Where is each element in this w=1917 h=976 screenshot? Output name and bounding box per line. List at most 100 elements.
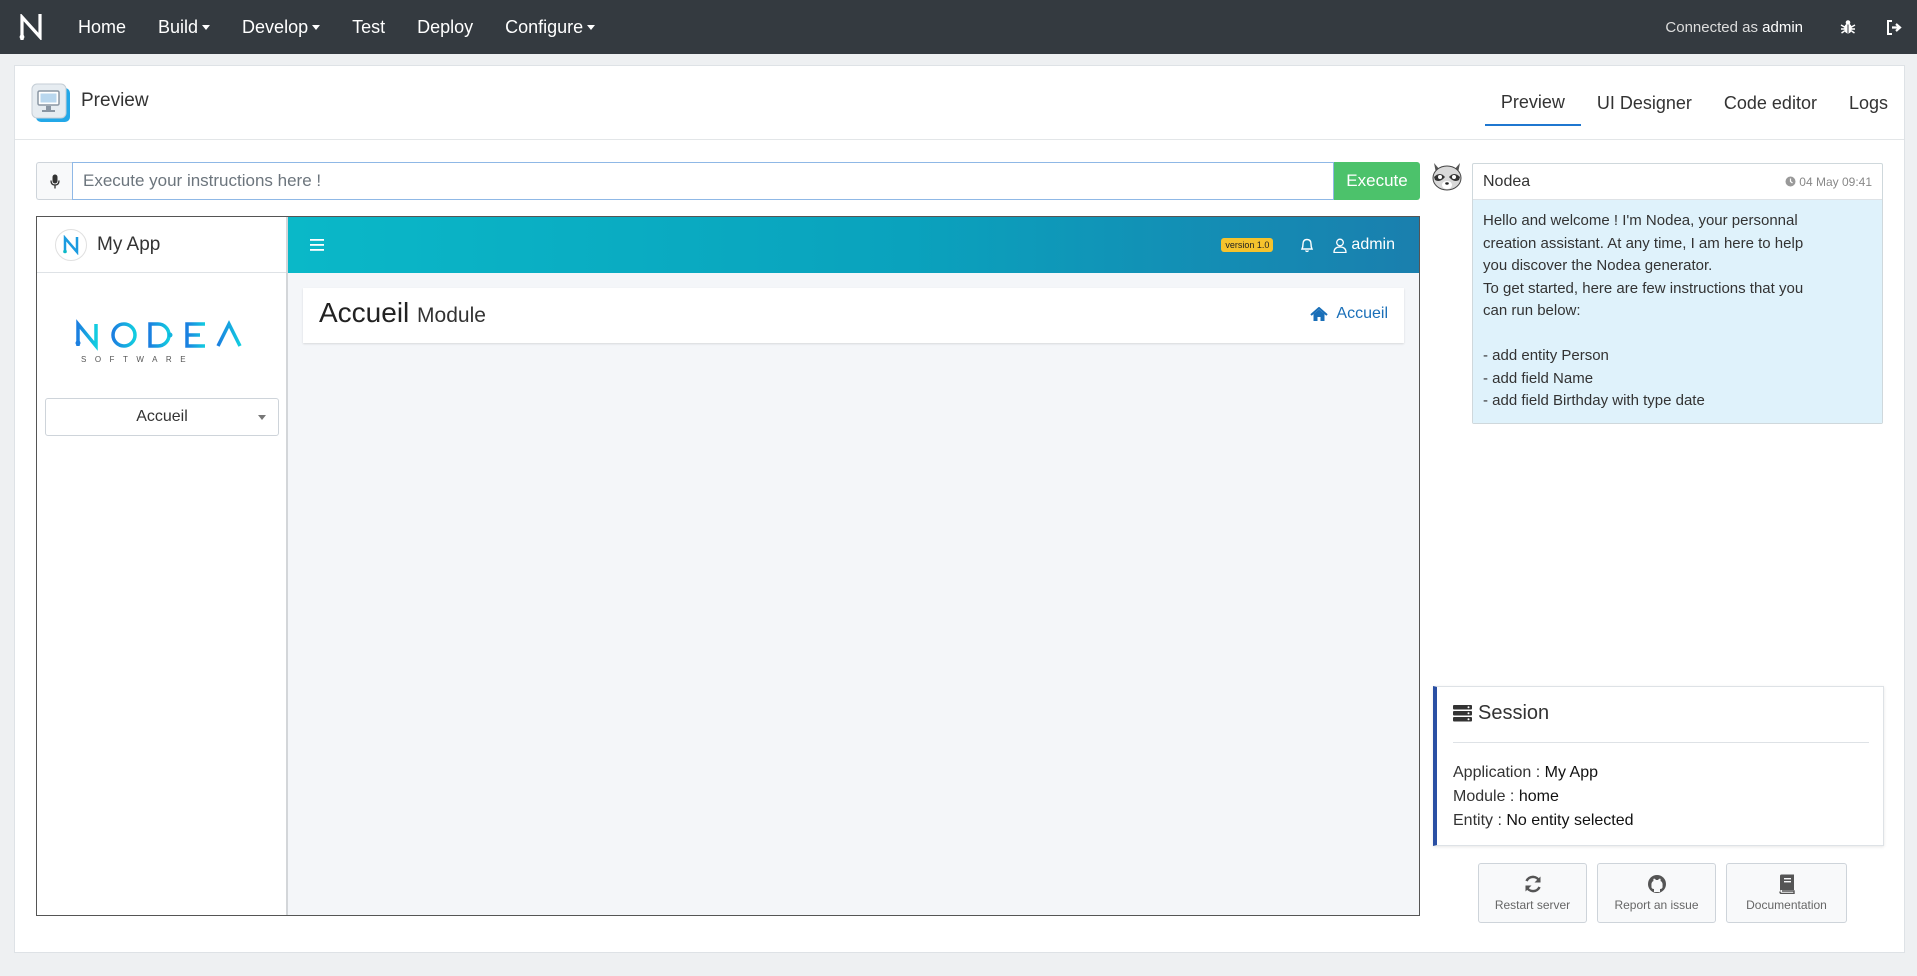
connected-as-text: Connected as admin — [1665, 19, 1803, 36]
nav-build[interactable]: Build — [142, 0, 226, 54]
view-tabs: Preview UI Designer Code editor Logs — [1484, 80, 1904, 128]
content-header: Accueil Module Accueil — [303, 288, 1404, 343]
message-line: - add field Name — [1483, 369, 1594, 387]
message-line: can run below: — [1483, 302, 1581, 319]
app-brand[interactable]: My App — [37, 217, 286, 273]
microphone-button[interactable] — [36, 162, 72, 200]
session-module-value: home — [1518, 788, 1559, 805]
nav-home-label: Home — [78, 16, 127, 37]
session-application: Application : My App — [1453, 761, 1634, 785]
caret-down-icon — [202, 24, 211, 30]
message-line: Hello and welcome ! I'm Nodea, your pers… — [1483, 212, 1798, 229]
divider — [1453, 742, 1869, 743]
tab-ui-designer[interactable]: UI Designer — [1581, 80, 1708, 126]
session-module-label: Module : — [1453, 788, 1515, 805]
restart-server-label: Restart server — [1494, 898, 1571, 912]
refresh-icon — [1524, 875, 1541, 893]
logo-software-text: SOFTWARE — [81, 355, 194, 364]
app-preview-frame: My App SOFTWARE Accueil version 1.0 admi… — [36, 216, 1420, 916]
instruction-input[interactable] — [72, 162, 1334, 200]
tab-logs[interactable]: Logs — [1833, 80, 1904, 126]
message-line: you discover the Nodea generator. — [1483, 257, 1713, 274]
hamburger-menu-icon[interactable] — [288, 217, 346, 273]
app-name: My App — [97, 233, 161, 255]
nav-deploy[interactable]: Deploy — [401, 0, 489, 54]
microphone-icon — [49, 174, 60, 188]
card-header: Preview Preview UI Designer Code editor … — [15, 66, 1904, 140]
session-card: Session Application : My App Module : ho… — [1433, 686, 1884, 846]
message-line: To get started, here are few instruction… — [1483, 279, 1804, 297]
nodea-software-logo: SOFTWARE — [66, 312, 256, 368]
user-menu[interactable]: admin — [1333, 236, 1395, 254]
report-issue-button[interactable]: Report an issue — [1597, 863, 1716, 923]
app-sidebar: My App SOFTWARE Accueil — [37, 217, 288, 915]
logout-icon[interactable] — [1871, 0, 1917, 54]
version-badge: version 1.0 — [1221, 238, 1274, 252]
caret-down-icon — [587, 24, 596, 30]
tab-code-editor-label: Code editor — [1723, 92, 1817, 113]
instruction-bar: Execute — [36, 162, 1420, 200]
chevron-down-icon — [258, 415, 266, 420]
preview-monitor-icon — [31, 83, 71, 123]
github-icon — [1647, 875, 1666, 893]
module-title-main: Accueil — [319, 297, 410, 328]
tab-logs-label: Logs — [1848, 92, 1888, 113]
tab-preview-label: Preview — [1500, 91, 1565, 112]
nav-test[interactable]: Test — [336, 0, 401, 54]
tab-ui-designer-label: UI Designer — [1596, 92, 1692, 113]
assistant-message: Nodea 04 May 09:41 Hello and welcome ! I… — [1472, 163, 1883, 424]
session-application-label: Application : — [1453, 764, 1541, 781]
session-application-value: My App — [1544, 764, 1598, 781]
module-select[interactable]: Accueil — [45, 398, 279, 436]
session-entity-label: Entity : — [1453, 812, 1502, 829]
home-icon — [1310, 306, 1329, 321]
tab-preview[interactable]: Preview — [1484, 80, 1581, 126]
nav-deploy-label: Deploy — [417, 16, 474, 37]
module-select-value: Accueil — [136, 408, 188, 425]
connected-prefix: Connected as — [1665, 18, 1758, 36]
book-icon — [1778, 874, 1795, 894]
page-title: Preview — [81, 90, 149, 111]
app-topbar-right: version 1.0 admin — [1221, 217, 1419, 273]
session-title-text: Session — [1478, 702, 1550, 724]
documentation-button[interactable]: Documentation — [1726, 863, 1847, 923]
user-name: admin — [1351, 236, 1395, 253]
nav-configure[interactable]: Configure — [489, 0, 611, 54]
raccoon-avatar — [1430, 159, 1464, 193]
app-topbar: version 1.0 admin — [288, 217, 1419, 273]
message-line: - add entity Person — [1483, 347, 1609, 364]
message-time: 04 May 09:41 — [1785, 175, 1872, 189]
top-navbar: Home Build Develop Test Deploy Configure… — [0, 0, 1917, 54]
execute-button[interactable]: Execute — [1334, 162, 1420, 200]
message-header: Nodea 04 May 09:41 — [1473, 164, 1882, 200]
caret-down-icon — [312, 24, 321, 30]
breadcrumb[interactable]: Accueil — [1310, 305, 1388, 323]
message-line: - add field Birthday with type date — [1483, 392, 1705, 409]
connected-user: admin — [1762, 18, 1803, 36]
message-body: Hello and welcome ! I'm Nodea, your pers… — [1473, 200, 1882, 423]
breadcrumb-label: Accueil — [1336, 305, 1388, 322]
nav-develop[interactable]: Develop — [226, 0, 336, 54]
tab-code-editor[interactable]: Code editor — [1708, 80, 1833, 126]
nav-configure-label: Configure — [505, 16, 584, 37]
documentation-label: Documentation — [1746, 898, 1827, 912]
topbar-right: Connected as admin — [1665, 0, 1917, 54]
nodea-brand-logo-icon[interactable] — [0, 0, 62, 54]
nav-home[interactable]: Home — [62, 0, 142, 54]
restart-server-button[interactable]: Restart server — [1478, 863, 1587, 923]
bug-icon[interactable] — [1825, 0, 1871, 54]
app-logo-icon — [55, 228, 87, 261]
session-entity-value: No entity selected — [1506, 812, 1634, 829]
user-icon — [1333, 238, 1348, 253]
nav-build-label: Build — [158, 16, 199, 37]
server-icon — [1453, 705, 1472, 722]
bell-icon[interactable] — [1291, 237, 1323, 253]
session-module: Module : home — [1453, 785, 1634, 809]
clock-icon — [1785, 176, 1796, 187]
report-issue-label: Report an issue — [1614, 898, 1699, 912]
action-buttons: Restart server Report an issue Documenta… — [1478, 863, 1857, 923]
module-title-sub: Module — [417, 304, 486, 327]
nav-test-label: Test — [352, 16, 386, 37]
message-time-text: 04 May 09:41 — [1799, 174, 1872, 189]
top-nav-items: Home Build Develop Test Deploy Configure — [62, 0, 611, 54]
